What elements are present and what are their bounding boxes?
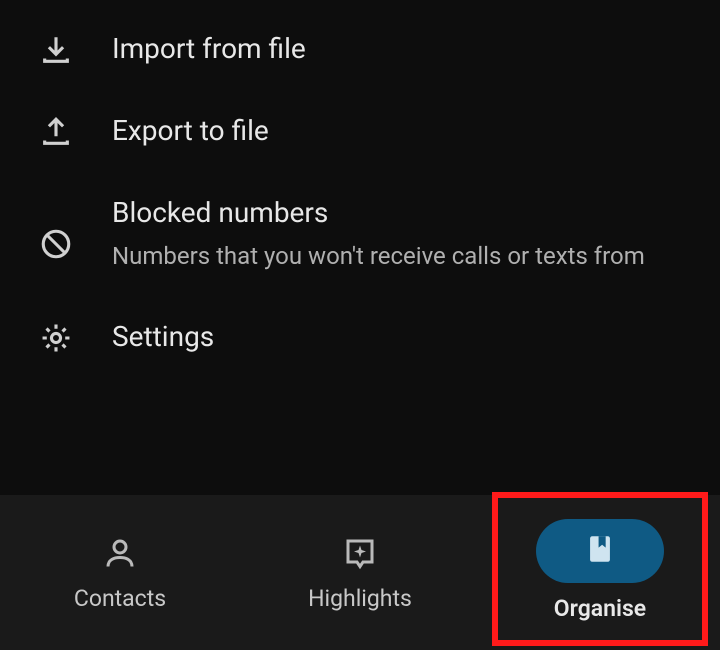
sparkle-box-icon [340, 533, 380, 573]
block-icon [38, 226, 74, 262]
nav-highlights-label: Highlights [308, 585, 412, 612]
export-label: Export to file [112, 112, 690, 150]
nav-organise[interactable]: Organise [480, 495, 720, 650]
menu-list: Import from file Export to file Blocked … [0, 0, 720, 378]
nav-contacts[interactable]: Contacts [0, 495, 240, 650]
gear-icon [38, 320, 74, 356]
person-icon [100, 533, 140, 573]
nav-contacts-label: Contacts [74, 585, 166, 612]
blocked-label: Blocked numbers [112, 194, 690, 232]
blocked-subtitle: Numbers that you won't receive calls or … [112, 238, 652, 274]
nav-highlights[interactable]: Highlights [240, 495, 480, 650]
nav-organise-label: Organise [554, 595, 646, 622]
blocked-numbers[interactable]: Blocked numbers Numbers that you won't r… [0, 172, 720, 296]
export-to-file[interactable]: Export to file [0, 90, 720, 172]
import-from-file[interactable]: Import from file [0, 8, 720, 90]
settings[interactable]: Settings [0, 296, 720, 378]
import-label: Import from file [112, 30, 690, 68]
bottom-nav: Contacts Highlights Organise [0, 495, 720, 650]
settings-label: Settings [112, 318, 690, 356]
upload-icon [38, 114, 74, 150]
download-icon [38, 32, 74, 68]
nav-organise-pill [536, 519, 664, 583]
bookmark-icon [583, 532, 617, 570]
